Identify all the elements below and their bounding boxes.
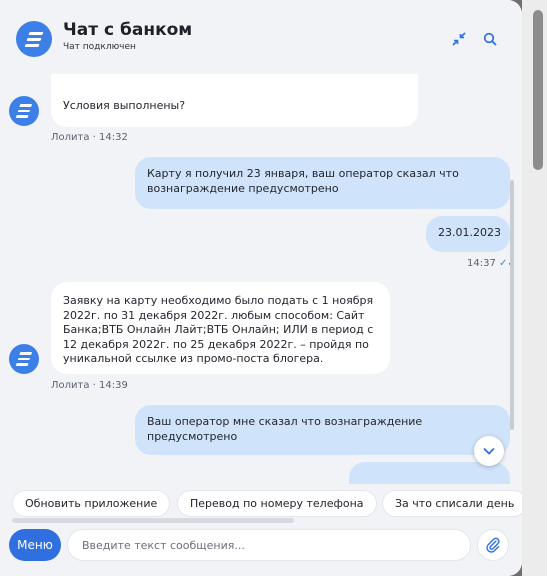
- operator-avatar: [9, 96, 39, 126]
- scroll-to-bottom-button[interactable]: [474, 436, 504, 466]
- message-text: Заявку на карту необходимо было подать с…: [63, 294, 374, 365]
- operator-avatar: [9, 344, 39, 374]
- paperclip-icon: [486, 537, 500, 553]
- message-meta: 14:37 ✓✓: [467, 258, 516, 269]
- message-text: 23.01.2023: [438, 226, 501, 239]
- message-list-scrollbar[interactable]: [510, 180, 514, 430]
- message-time: 14:37: [467, 258, 496, 269]
- message-bubble: 23.01.2023: [426, 216, 510, 252]
- quick-reply-chip[interactable]: Обновить приложение: [12, 490, 171, 517]
- chat-widget: Чат с банком Чат подключен Условия выпол…: [0, 0, 522, 576]
- page-scrollbar-thumb[interactable]: [533, 10, 543, 170]
- chat-header: Чат с банком Чат подключен: [0, 0, 522, 74]
- message-text: Ваш оператор мне сказал что вознагражден…: [147, 415, 423, 443]
- search-button[interactable]: [479, 28, 501, 50]
- quick-reply-chip[interactable]: Перевод по номеру телефона: [177, 490, 377, 517]
- message-bubble: Условия выполнены?: [51, 74, 418, 127]
- quick-replies-scrollbar[interactable]: [12, 518, 294, 523]
- message-bubble: Ваш оператор мне сказал что вознагражден…: [135, 405, 510, 455]
- menu-button[interactable]: Меню: [9, 529, 61, 561]
- collapse-button[interactable]: [448, 28, 470, 50]
- collapse-icon: [452, 32, 466, 46]
- message-list[interactable]: Условия выполнены? Лолита · 14:32 Карту …: [0, 74, 522, 484]
- message-bubble: Заявку на карту необходимо было подать с…: [51, 282, 390, 374]
- message-input[interactable]: [67, 529, 471, 561]
- connection-status: Чат подключен: [63, 42, 136, 52]
- message-bubble: Карту я получил 23 января, ваш оператор …: [135, 157, 510, 209]
- message-text: Карту я получил 23 января, ваш оператор …: [147, 167, 459, 195]
- quick-reply-chip[interactable]: За что списали день: [382, 490, 522, 517]
- bank-logo-icon: [16, 21, 52, 57]
- attach-button[interactable]: [477, 529, 509, 561]
- message-meta: Лолита · 14:39: [51, 380, 128, 391]
- message-text: Условия выполнены?: [63, 99, 186, 112]
- search-icon: [483, 32, 497, 46]
- chevron-down-icon: [483, 447, 495, 455]
- chat-title: Чат с банком: [63, 20, 193, 40]
- message-meta: Лолита · 14:32: [51, 132, 128, 143]
- composer: Меню: [0, 524, 522, 576]
